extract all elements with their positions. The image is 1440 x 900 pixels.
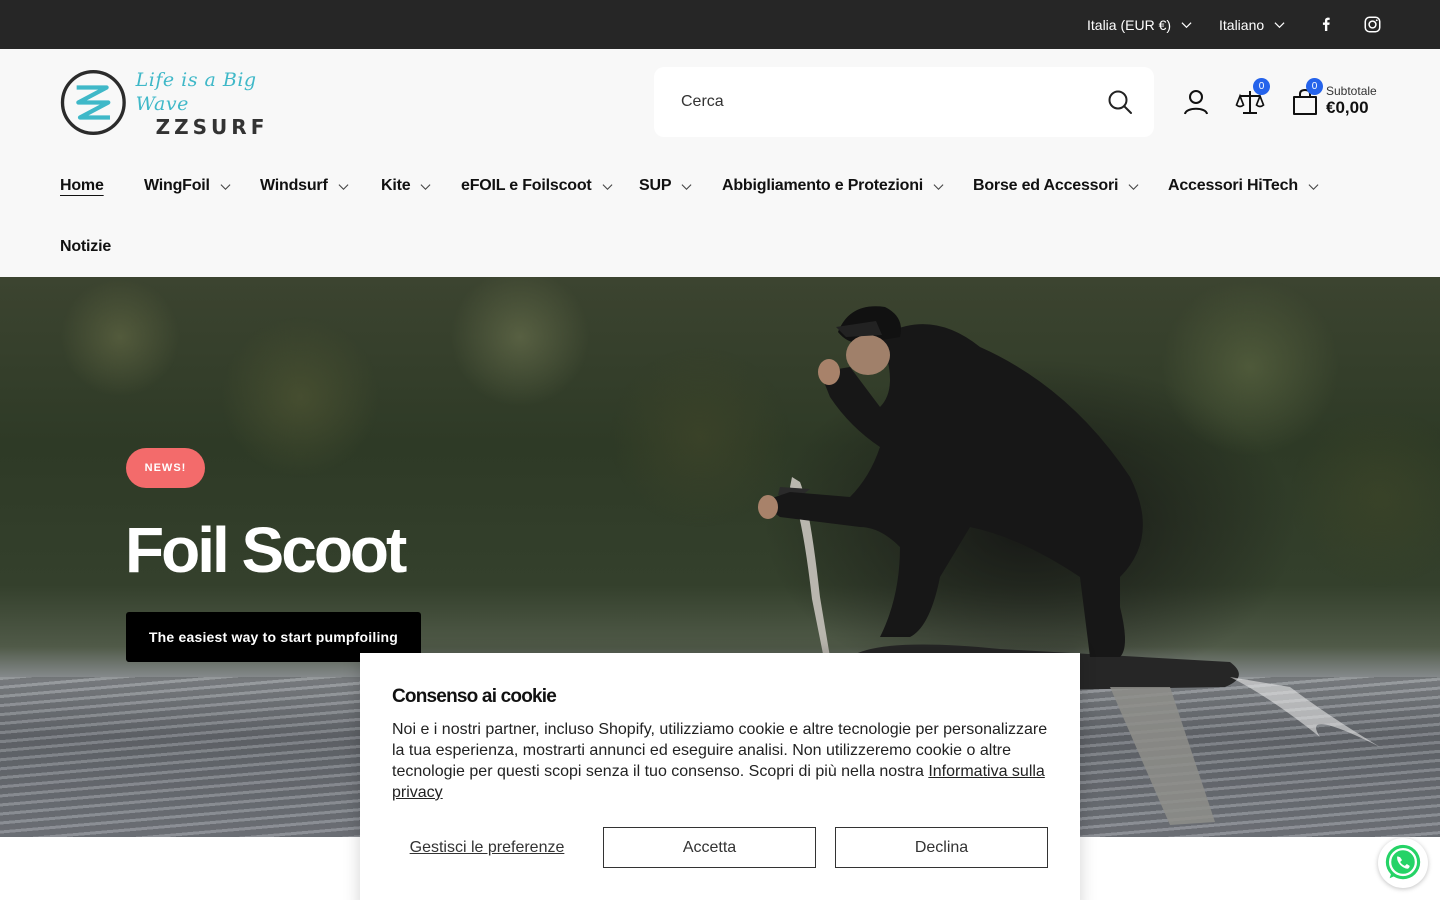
chevron-down-icon: [681, 183, 692, 190]
country-selector[interactable]: Italia (EUR €): [1087, 0, 1192, 49]
cart-count-badge: 0: [1306, 78, 1323, 95]
account-icon[interactable]: [1181, 87, 1211, 117]
nav-item-wingfoil[interactable]: WingFoil: [144, 176, 231, 196]
subtotal-value: €0,00: [1326, 98, 1369, 117]
search-input[interactable]: [654, 67, 1094, 137]
facebook-icon[interactable]: [1316, 14, 1336, 34]
subtotal-label: Subtotale: [1326, 84, 1377, 98]
language-selector[interactable]: Italiano: [1219, 0, 1285, 49]
chevron-down-icon: [220, 183, 231, 190]
nav-item-windsurf[interactable]: Windsurf: [260, 176, 349, 196]
nav-item-sup[interactable]: SUP: [639, 176, 692, 196]
cookie-text: Noi e i nostri partner, incluso Shopify,…: [392, 719, 1052, 803]
compare-button[interactable]: 0: [1235, 78, 1270, 117]
chevron-down-icon: [1308, 183, 1319, 190]
cart-subtotal[interactable]: Subtotale €0,00: [1326, 84, 1377, 118]
nav-item-hitech[interactable]: Accessori HiTech: [1168, 176, 1319, 196]
logo[interactable]: Life is a Big Wave ZZSURF: [60, 64, 292, 141]
logo-brand: ZZSURF: [155, 114, 269, 139]
news-badge: NEWS!: [126, 448, 205, 488]
nav-item-notizie[interactable]: Notizie: [60, 237, 111, 257]
hero-title: Foil Scoot: [125, 514, 407, 586]
chevron-down-icon: [1274, 22, 1285, 29]
site-header: Life is a Big Wave ZZSURF 0 0 Subtotale …: [0, 49, 1440, 277]
top-bar: Italia (EUR €) Italiano: [0, 0, 1440, 49]
accept-button[interactable]: Accetta: [603, 827, 816, 868]
whatsapp-icon: [1385, 844, 1421, 880]
search-icon[interactable]: [1106, 88, 1134, 116]
decline-button[interactable]: Declina: [835, 827, 1048, 868]
chevron-down-icon: [602, 183, 613, 190]
whatsapp-button[interactable]: [1378, 838, 1428, 888]
instagram-icon[interactable]: [1362, 14, 1382, 34]
cart-button[interactable]: 0: [1290, 78, 1323, 117]
chevron-down-icon: [933, 183, 944, 190]
search-bar: [654, 67, 1154, 137]
manage-preferences-button[interactable]: Gestisci le preferenze: [392, 827, 582, 868]
chevron-down-icon: [420, 183, 431, 190]
nav-item-efoil[interactable]: eFOIL e Foilscoot: [461, 176, 613, 196]
logo-tagline: Life is a Big Wave: [135, 68, 257, 115]
nav-item-kite[interactable]: Kite: [381, 176, 431, 196]
chevron-down-icon: [1181, 22, 1192, 29]
cookie-consent-banner: Consenso ai cookie Noi e i nostri partne…: [360, 653, 1080, 900]
language-selector-label: Italiano: [1219, 16, 1265, 33]
compare-count-badge: 0: [1253, 78, 1270, 95]
nav-item-home[interactable]: Home: [60, 176, 104, 196]
country-selector-label: Italia (EUR €): [1087, 16, 1172, 33]
cookie-title: Consenso ai cookie: [392, 686, 557, 707]
chevron-down-icon: [338, 183, 349, 190]
nav-item-abbigliamento[interactable]: Abbigliamento e Protezioni: [722, 176, 944, 196]
nav-item-borse[interactable]: Borse ed Accessori: [973, 176, 1139, 196]
chevron-down-icon: [1128, 183, 1139, 190]
logo-mark-icon: [60, 70, 126, 135]
